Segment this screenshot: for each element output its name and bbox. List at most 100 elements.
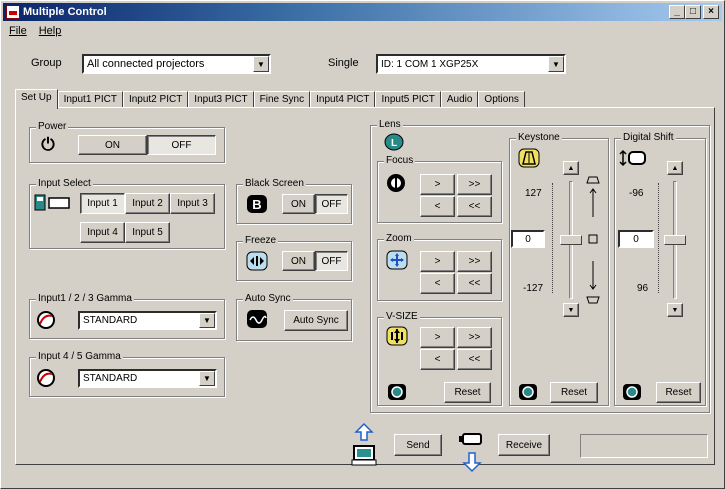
reset-icon (387, 383, 407, 401)
focus-fast-back-button[interactable]: << (457, 196, 492, 217)
zoom-fwd-button[interactable]: > (420, 251, 455, 272)
single-select-value: ID: 1 COM 1 XGP25X (381, 58, 479, 70)
menu-file[interactable]: File (3, 25, 33, 37)
shift-reset-button[interactable]: Reset (656, 382, 701, 403)
input-4-button[interactable]: Input 4 (80, 222, 125, 243)
zoom-icon (386, 250, 408, 270)
chevron-down-icon[interactable]: ▼ (199, 313, 215, 328)
gamma-45-title: Input 4 / 5 Gamma (36, 351, 123, 362)
tab-set-up[interactable]: Set Up (15, 89, 58, 109)
digital-shift-title: Digital Shift (621, 132, 676, 143)
svg-text:B: B (252, 197, 261, 212)
gamma-45-select[interactable]: STANDARD ▼ (78, 369, 217, 388)
reset-icon (518, 383, 538, 401)
shift-max-label: -96 (629, 188, 644, 199)
power-off-button[interactable]: OFF (147, 135, 216, 155)
tab-input4-pict[interactable]: Input4 PICT (310, 91, 376, 108)
gamma-123-value: STANDARD (83, 315, 138, 326)
shift-slider-thumb[interactable] (664, 235, 686, 245)
tab-strip: Set Up Input1 PICT Input2 PICT Input3 PI… (15, 89, 525, 109)
digital-shift-group: Digital Shift (614, 132, 706, 406)
black-screen-on-button[interactable]: ON (282, 194, 315, 214)
menu-help[interactable]: Help (33, 25, 68, 37)
gamma-icon (36, 310, 56, 330)
input-1-button[interactable]: Input 1 (80, 193, 125, 214)
keystone-down-button[interactable]: ▼ (563, 303, 579, 317)
menu-bar: File Help (3, 22, 67, 40)
input-2-button[interactable]: Input 2 (125, 193, 170, 214)
status-field (580, 434, 708, 458)
keystone-up-button[interactable]: ▲ (563, 161, 579, 175)
gamma-45-value: STANDARD (83, 373, 138, 384)
shift-ticks (656, 183, 659, 293)
minimize-button[interactable]: _ (669, 5, 685, 19)
keystone-max-label: 127 (525, 188, 542, 199)
group-select[interactable]: All connected projectors ▼ (82, 54, 271, 74)
auto-sync-title: Auto Sync (243, 293, 293, 304)
input-select-title: Input Select (36, 178, 93, 189)
chevron-down-icon[interactable]: ▼ (548, 56, 564, 72)
single-select[interactable]: ID: 1 COM 1 XGP25X ▼ (376, 54, 566, 74)
shift-up-button[interactable]: ▲ (667, 161, 683, 175)
chevron-down-icon[interactable]: ▼ (253, 56, 269, 72)
main-window: Multiple Control _ □ × File Help Group A… (0, 0, 725, 489)
input-5-button[interactable]: Input 5 (125, 222, 170, 243)
zoom-back-button[interactable]: < (420, 273, 455, 294)
keystone-value-field[interactable]: 0 (511, 230, 545, 248)
tab-audio[interactable]: Audio (440, 91, 479, 108)
zoom-fast-fwd-button[interactable]: >> (457, 251, 492, 272)
tab-options[interactable]: Options (478, 91, 525, 108)
maximize-button[interactable]: □ (685, 5, 701, 19)
power-on-button[interactable]: ON (78, 135, 147, 155)
shift-min-label: 96 (637, 283, 649, 294)
send-icon (351, 422, 377, 468)
digital-shift-icon (619, 148, 647, 168)
lens-title: Lens (377, 119, 403, 130)
keystone-direction-icon (585, 169, 601, 311)
tab-input3-pict[interactable]: Input3 PICT (188, 91, 254, 108)
chevron-down-icon[interactable]: ▼ (199, 371, 215, 386)
vsize-fast-fwd-button[interactable]: >> (457, 327, 492, 348)
focus-icon (386, 173, 406, 193)
freeze-title: Freeze (243, 235, 279, 246)
shift-down-button[interactable]: ▼ (667, 303, 683, 317)
vsize-fast-back-button[interactable]: << (457, 349, 492, 370)
auto-sync-icon (246, 309, 268, 329)
keystone-slider-thumb[interactable] (560, 235, 582, 245)
freeze-on-button[interactable]: ON (282, 251, 315, 271)
focus-back-button[interactable]: < (420, 196, 455, 217)
single-label: Single (328, 57, 359, 69)
focus-fast-fwd-button[interactable]: >> (457, 174, 492, 195)
vsize-back-button[interactable]: < (420, 349, 455, 370)
keystone-min-label: -127 (523, 283, 544, 294)
close-button[interactable]: × (703, 5, 719, 19)
gamma-icon (36, 368, 56, 388)
input-source-icon (34, 194, 74, 212)
power-title: Power (36, 121, 69, 132)
power-icon: ⏻ (41, 135, 55, 154)
receive-button[interactable]: Receive (498, 434, 550, 456)
freeze-icon (246, 251, 268, 271)
focus-fwd-button[interactable]: > (420, 174, 455, 195)
vsize-icon (386, 326, 408, 346)
black-screen-icon: B (246, 194, 268, 214)
keystone-reset-button[interactable]: Reset (550, 382, 598, 403)
zoom-fast-back-button[interactable]: << (457, 273, 492, 294)
vsize-reset-button[interactable]: Reset (444, 382, 491, 403)
tab-input5-pict[interactable]: Input5 PICT (375, 91, 441, 108)
send-button[interactable]: Send (394, 434, 442, 456)
gamma-123-select[interactable]: STANDARD ▼ (78, 311, 217, 330)
keystone-ticks (550, 183, 553, 293)
black-screen-off-button[interactable]: OFF (315, 194, 348, 214)
vsize-fwd-button[interactable]: > (420, 327, 455, 348)
freeze-off-button[interactable]: OFF (315, 251, 348, 271)
window-title: Multiple Control (23, 6, 107, 18)
tab-fine-sync[interactable]: Fine Sync (253, 91, 311, 108)
black-screen-title: Black Screen (243, 178, 306, 189)
auto-sync-button[interactable]: Auto Sync (284, 310, 348, 331)
tab-input1-pict[interactable]: Input1 PICT (57, 91, 123, 108)
shift-value-field[interactable]: 0 (618, 230, 654, 248)
input-3-button[interactable]: Input 3 (170, 193, 215, 214)
group-select-value: All connected projectors (87, 58, 205, 70)
tab-input2-pict[interactable]: Input2 PICT (122, 91, 189, 108)
